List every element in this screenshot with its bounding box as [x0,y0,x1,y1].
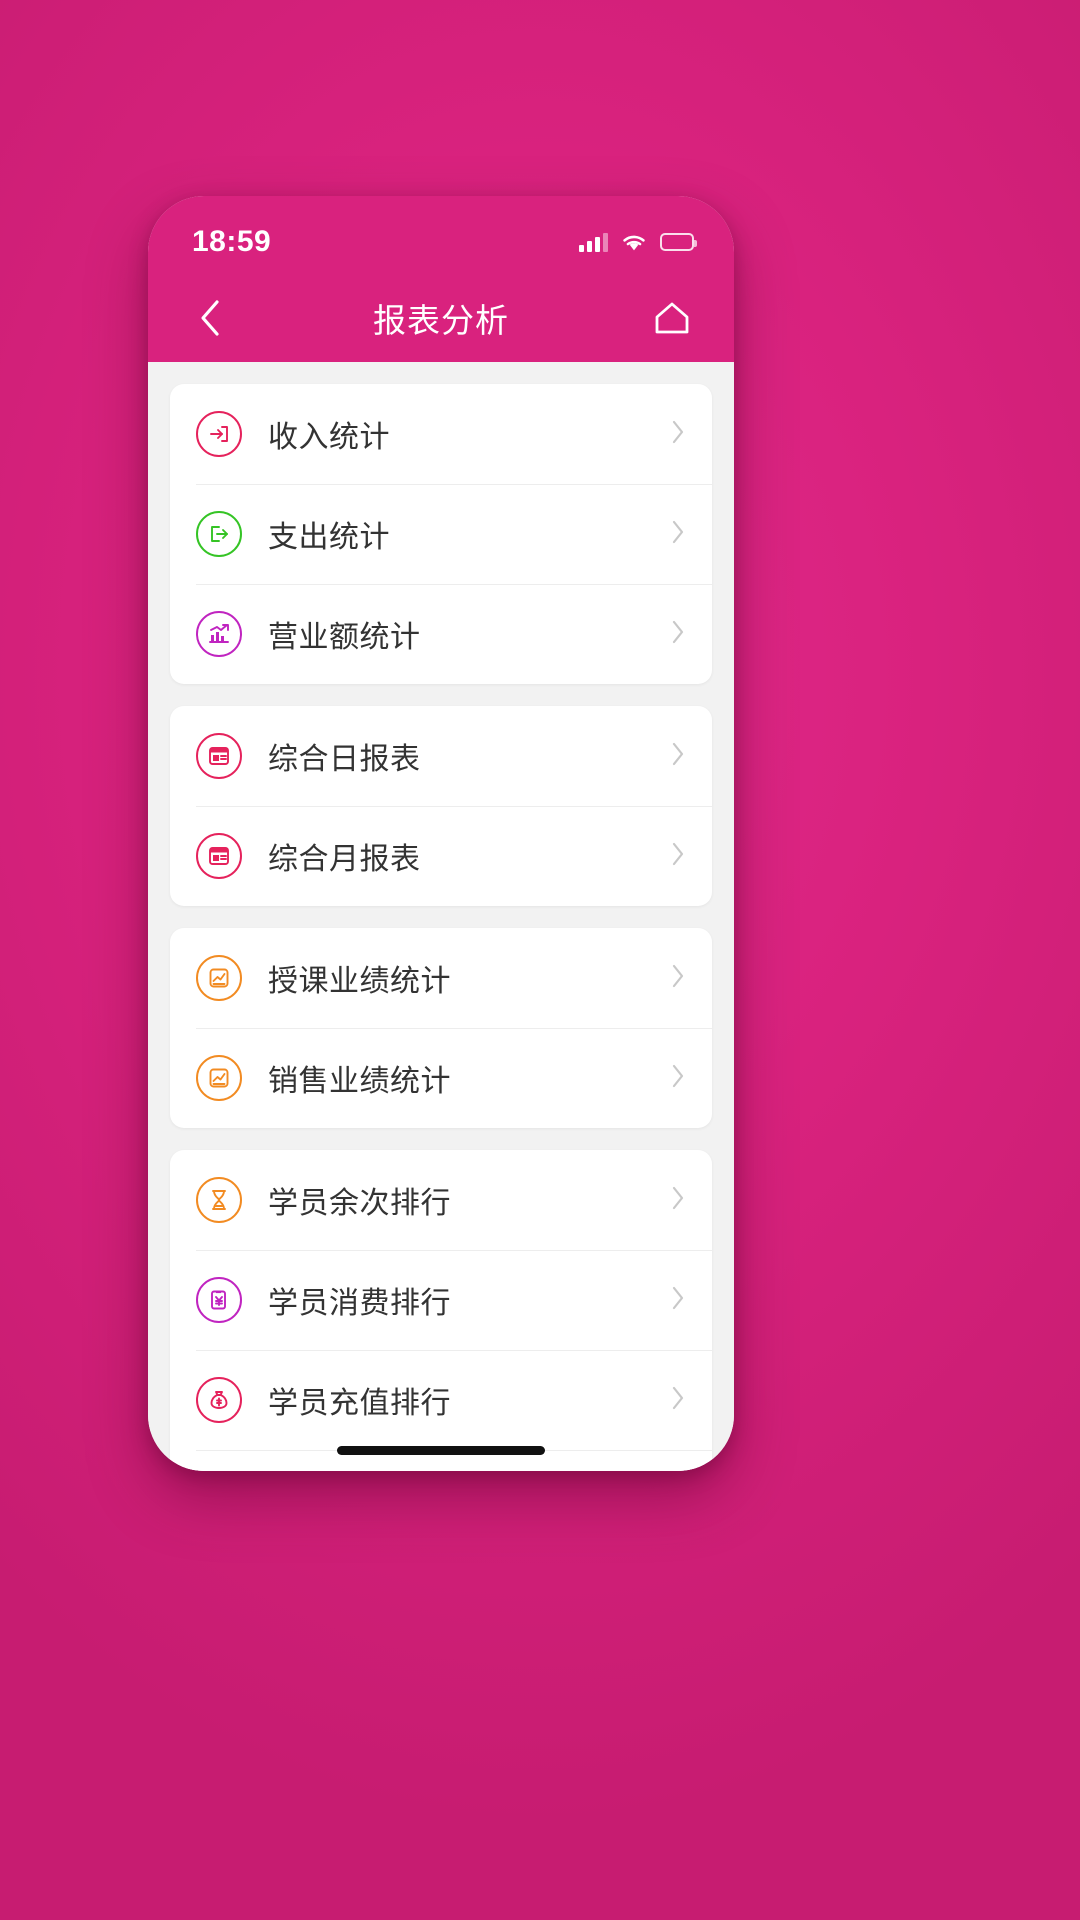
chevron-right-icon [671,1385,686,1416]
chevron-right-icon [671,419,686,450]
student-ranking-group: 学员余次排行 学员消费排行 学员充值排行 学员余额排行 学员积分排行 [170,1150,712,1471]
navigation-bar: 报表分析 [148,274,734,362]
list-item[interactable]: 学员消费排行 [170,1250,712,1350]
chevron-right-icon [672,620,684,643]
list-item-label: 学员消费排行 [268,1287,451,1320]
list-item[interactable]: 营业额统计 [170,584,712,684]
list-item-label: 授课业绩统计 [268,965,451,998]
chevron-right-icon [672,964,684,987]
chevron-right-icon [671,619,686,650]
trending-chart-icon [196,611,242,657]
report-card-icon [196,833,242,879]
list-item-label: 营业额统计 [268,621,421,654]
report-card-icon [196,733,242,779]
status-bar: 18:59 [148,196,734,274]
chevron-right-icon [672,420,684,443]
statistics-group: 收入统计 支出统计 营业额统计 [170,384,712,684]
signal-bars-icon [579,232,608,252]
money-bag-icon [196,1377,242,1423]
chevron-right-icon [672,1286,684,1309]
chevron-right-icon [671,519,686,550]
reports-group: 综合日报表 综合月报表 [170,706,712,906]
chevron-right-icon [671,841,686,872]
hourglass-icon [196,1177,242,1223]
chevron-right-icon [672,742,684,765]
chevron-left-icon [201,300,219,336]
line-chart-box-icon [196,1055,242,1101]
battery-icon [660,233,697,251]
chevron-right-icon [671,1185,686,1216]
list-item[interactable]: 收入统计 [170,384,712,484]
report-list: 收入统计 支出统计 营业额统计 综合日报表 综合月报表 授课业绩统计 销售业绩统… [148,362,734,1471]
list-item[interactable]: 销售业绩统计 [170,1028,712,1128]
list-item-label: 学员充值排行 [268,1387,451,1420]
arrow-into-box-icon [196,411,242,457]
status-icon-group [579,232,697,252]
chevron-right-icon [671,1285,686,1316]
wifi-icon [621,233,647,252]
chevron-right-icon [671,1063,686,1094]
list-item-label: 销售业绩统计 [268,1065,451,1098]
chevron-right-icon [672,1186,684,1209]
line-chart-box-icon [196,955,242,1001]
list-item[interactable]: 综合日报表 [170,706,712,806]
home-button[interactable] [644,290,700,346]
status-time: 18:59 [192,225,272,258]
chevron-right-icon [672,842,684,865]
chevron-right-icon [672,520,684,543]
list-item-label: 学员余次排行 [268,1187,451,1220]
list-item[interactable]: 学员充值排行 [170,1350,712,1450]
home-indicator [337,1446,545,1455]
back-button[interactable] [182,290,238,346]
list-item-label: 收入统计 [268,421,390,454]
content-area[interactable]: 收入统计 支出统计 营业额统计 综合日报表 综合月报表 授课业绩统计 销售业绩统… [148,362,734,1471]
list-item[interactable]: 授课业绩统计 [170,928,712,1028]
chevron-right-icon [672,1386,684,1409]
chevron-right-icon [671,963,686,994]
list-item[interactable]: 支出统计 [170,484,712,584]
list-item[interactable]: 学员余次排行 [170,1150,712,1250]
arrow-out-of-box-icon [196,511,242,557]
list-item-label: 综合日报表 [268,743,421,776]
list-item[interactable]: 综合月报表 [170,806,712,906]
list-item-label: 支出统计 [268,521,390,554]
chevron-right-icon [671,741,686,772]
phone-frame: 18:59 报表分析 收入统计 支出统计 营业额统计 综合日报表 综合月报表 授… [148,196,734,1471]
performance-group: 授课业绩统计 销售业绩统计 [170,928,712,1128]
clipboard-yuan-icon [196,1277,242,1323]
home-icon [655,302,689,334]
chevron-right-icon [672,1064,684,1087]
list-item-label: 综合月报表 [268,843,421,876]
